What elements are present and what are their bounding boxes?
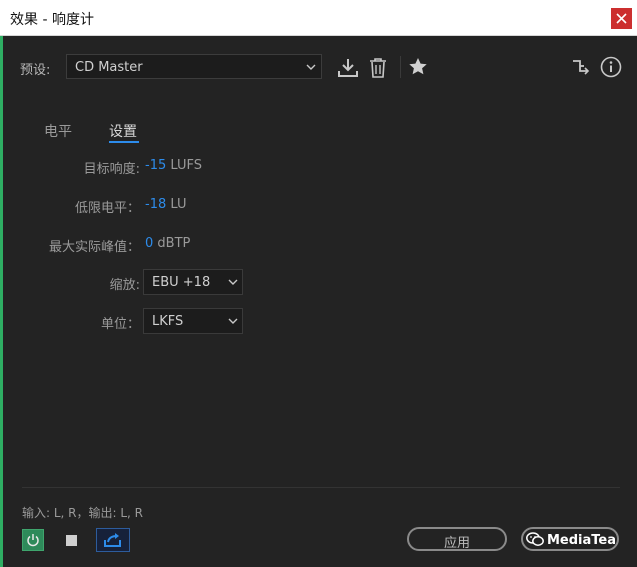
- unit-value: LKFS: [152, 314, 184, 329]
- watermark: MediaTea: [526, 532, 616, 548]
- chevron-down-icon: [306, 64, 316, 70]
- target-loudness-control[interactable]: -15 LUFS: [145, 158, 202, 173]
- lower-limit-control[interactable]: -18 LU: [145, 197, 187, 212]
- trash-icon[interactable]: [369, 57, 387, 78]
- wechat-icon: [526, 532, 544, 546]
- chevron-down-icon: [228, 318, 238, 324]
- close-button[interactable]: [611, 8, 632, 29]
- power-button[interactable]: [22, 529, 44, 551]
- true-peak-label: 最大实际峰值：: [48, 240, 140, 255]
- close-icon: [616, 13, 627, 24]
- info-icon[interactable]: [600, 56, 622, 78]
- routing-icon[interactable]: [571, 58, 591, 78]
- download-icon[interactable]: [337, 58, 359, 78]
- unit-dropdown[interactable]: LKFS: [143, 308, 243, 334]
- true-peak-unit: dBTP: [157, 236, 191, 251]
- unit-label: 单位：: [100, 317, 140, 332]
- lower-limit-unit: LU: [170, 197, 187, 212]
- chevron-down-icon: [228, 279, 238, 285]
- scale-label: 缩放:: [109, 278, 140, 293]
- scale-dropdown[interactable]: EBU +18: [143, 269, 243, 295]
- tab-levels[interactable]: 电平: [44, 121, 72, 141]
- true-peak-control[interactable]: 0 dBTP: [145, 236, 190, 251]
- window-title: 效果 - 响度计: [10, 12, 94, 28]
- apply-label: 应用: [443, 536, 470, 551]
- lower-limit-value[interactable]: -18: [145, 197, 166, 212]
- io-summary: 输入: L, R，输出: L, R: [22, 506, 144, 520]
- scale-value: EBU +18: [152, 275, 211, 290]
- preset-label: 预设:: [20, 63, 51, 78]
- title-bar: 效果 - 响度计: [0, 0, 637, 36]
- apply-button[interactable]: 应用: [407, 527, 507, 551]
- watermark-text: MediaTea: [547, 533, 617, 548]
- power-icon: [27, 534, 39, 547]
- toolbar-separator: [400, 56, 401, 78]
- preset-dropdown[interactable]: CD Master: [66, 54, 322, 79]
- route-icon: [104, 533, 121, 547]
- target-loudness-value[interactable]: -15: [145, 158, 166, 173]
- star-icon[interactable]: [408, 57, 428, 76]
- footer-divider: [22, 487, 620, 488]
- tab-settings[interactable]: 设置: [109, 121, 137, 141]
- active-tab-indicator: [109, 141, 139, 143]
- stop-icon[interactable]: [66, 535, 77, 546]
- target-loudness-unit: LUFS: [170, 158, 202, 173]
- preset-value: CD Master: [75, 60, 143, 75]
- true-peak-value[interactable]: 0: [145, 236, 153, 251]
- target-loudness-label: 目标响度:: [83, 162, 140, 177]
- lower-limit-label: 低限电平：: [74, 201, 140, 216]
- route-button[interactable]: [96, 528, 130, 552]
